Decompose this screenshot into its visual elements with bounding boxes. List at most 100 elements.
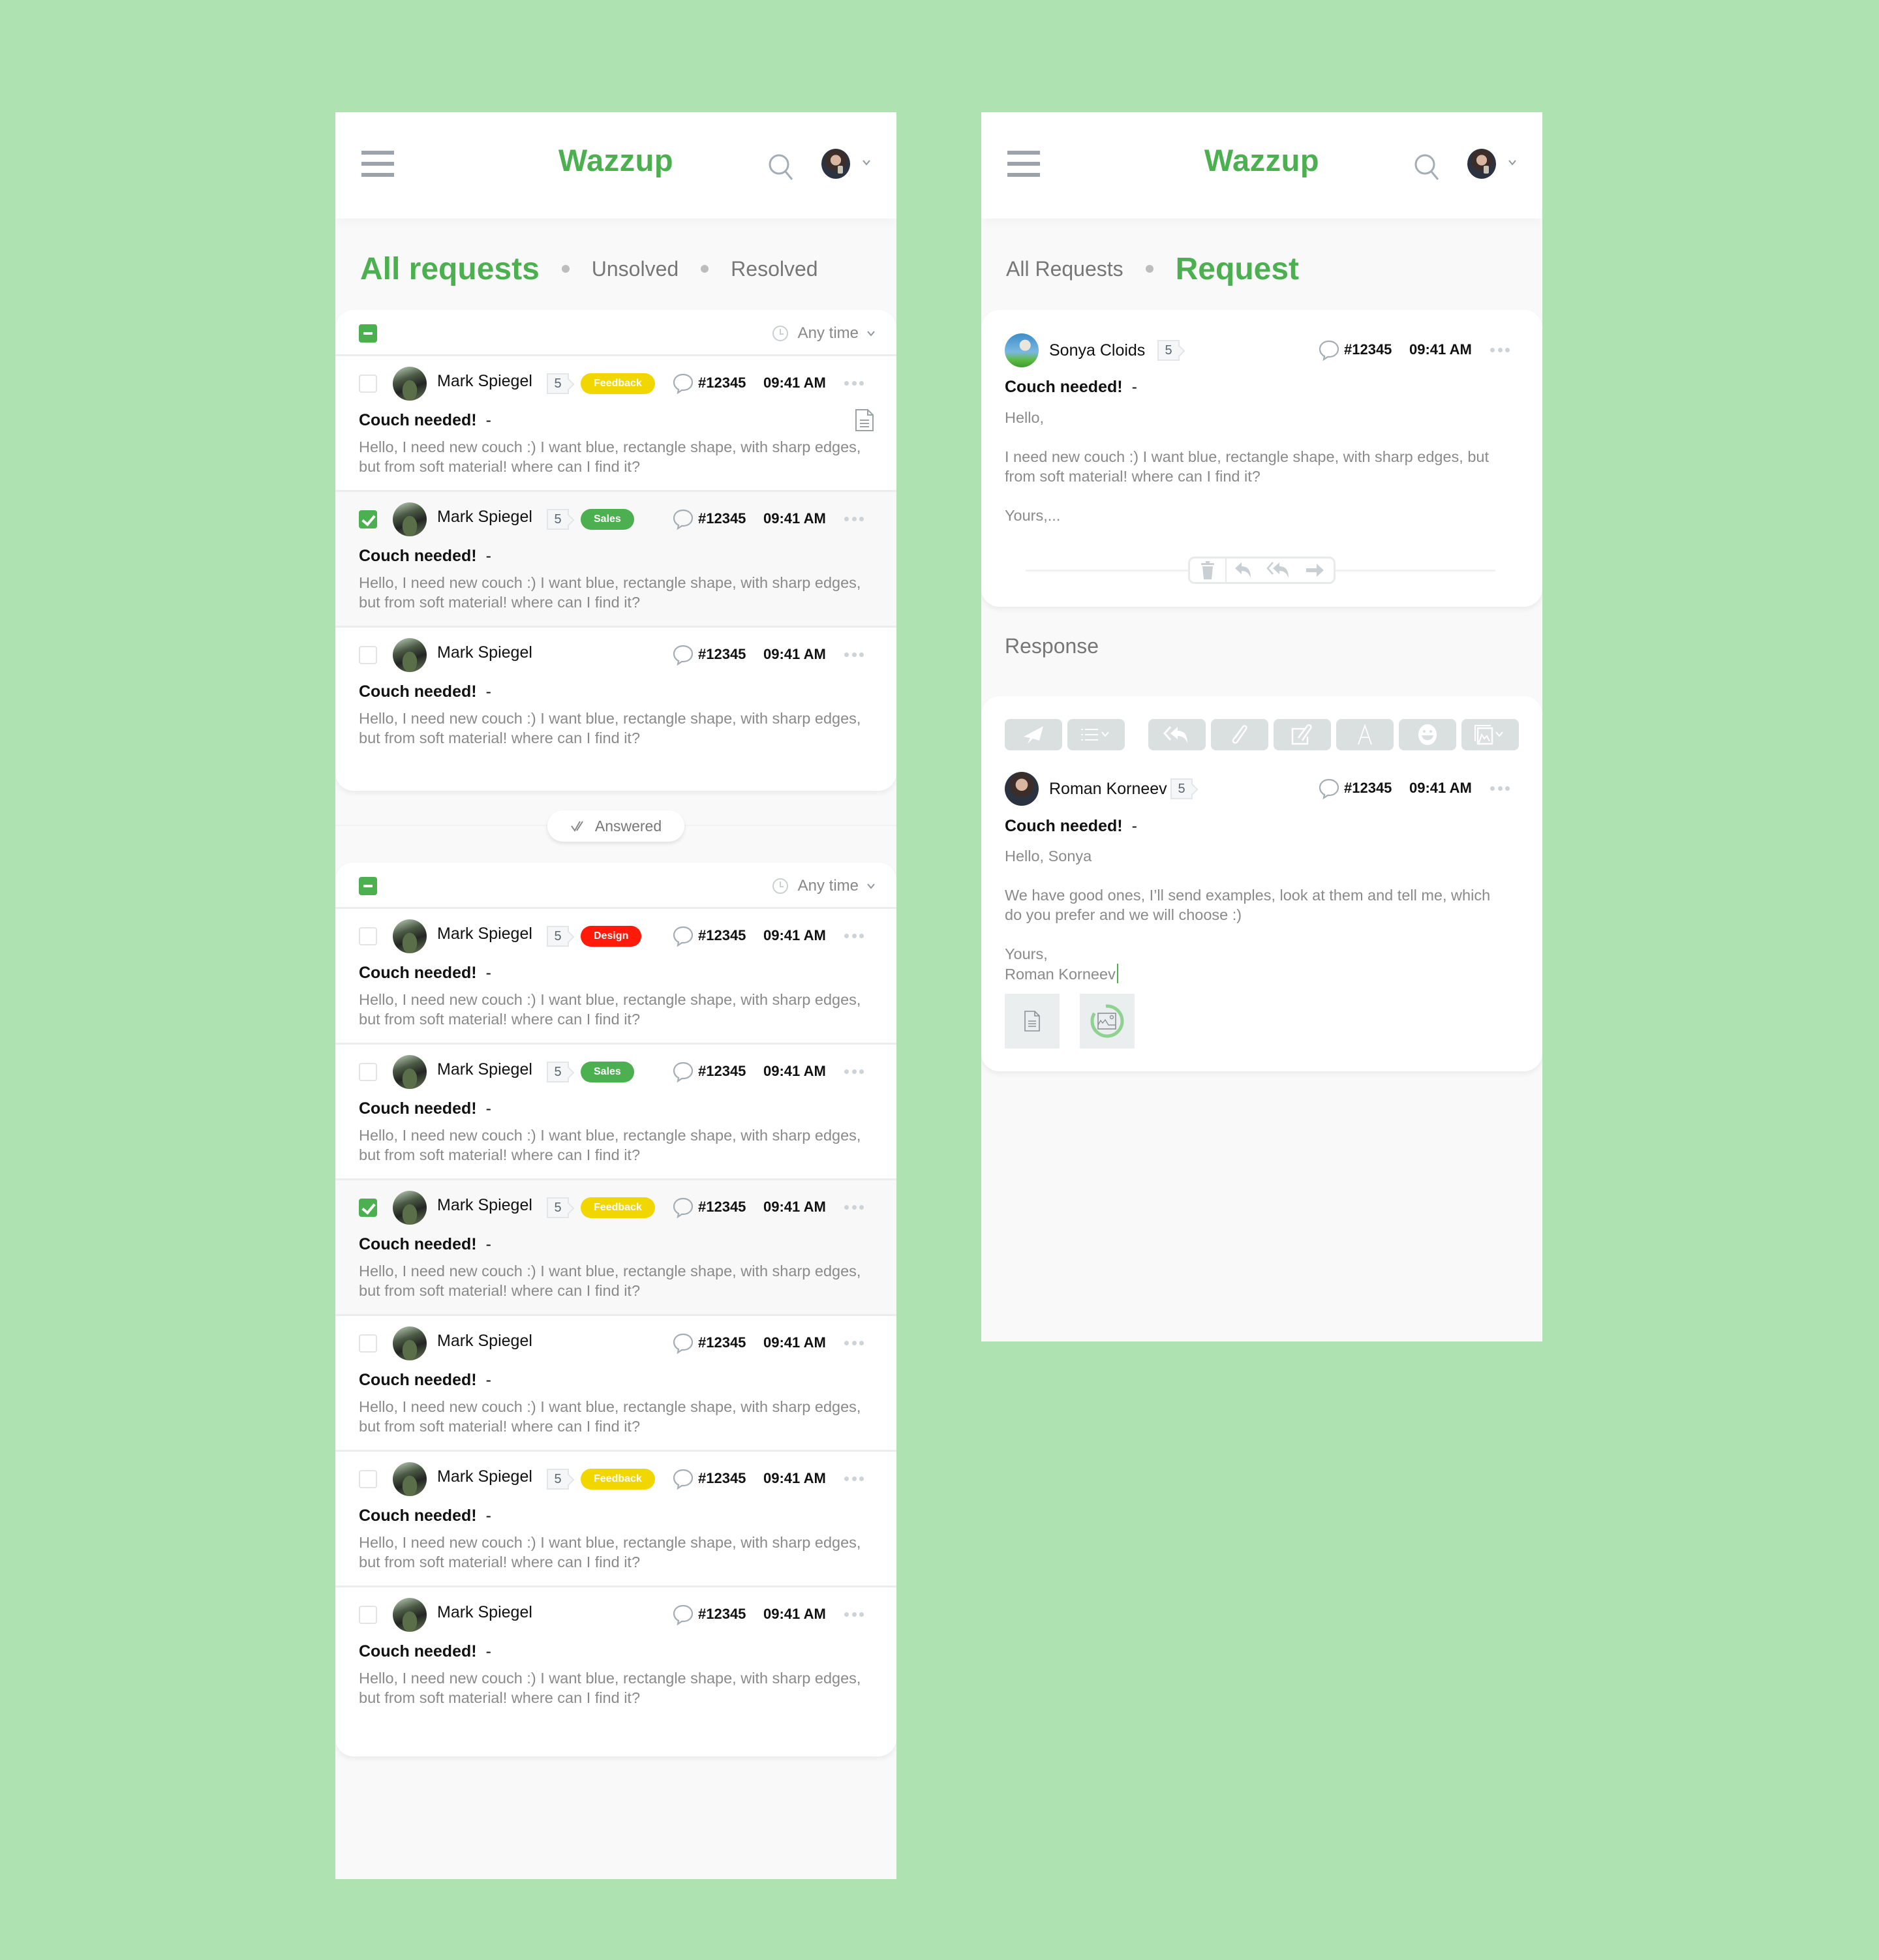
sender-name[interactable]: Mark Spiegel bbox=[437, 1603, 532, 1622]
insert-image-dropdown[interactable] bbox=[1461, 719, 1519, 750]
more-options-button[interactable] bbox=[844, 934, 864, 939]
request-subject[interactable]: Couch needed! - bbox=[359, 1235, 491, 1254]
row-checkbox[interactable] bbox=[359, 927, 377, 945]
row-checkbox[interactable] bbox=[359, 510, 377, 528]
user-menu-button[interactable] bbox=[1467, 149, 1526, 181]
response-greeting[interactable]: Hello, Sonya bbox=[1005, 846, 1520, 866]
user-menu-button[interactable] bbox=[821, 149, 880, 181]
comment-icon[interactable] bbox=[672, 1197, 694, 1219]
time-filter-dropdown[interactable]: Any time bbox=[772, 320, 876, 346]
reply-all-button[interactable] bbox=[1148, 719, 1206, 750]
tab-resolved[interactable]: Resolved bbox=[731, 257, 817, 281]
tab-all-requests[interactable]: All requests bbox=[360, 251, 540, 287]
text-format-button[interactable] bbox=[1336, 719, 1394, 750]
comment-icon[interactable] bbox=[1318, 778, 1340, 800]
send-button[interactable] bbox=[1005, 719, 1062, 750]
row-checkbox[interactable] bbox=[359, 1063, 377, 1081]
comment-icon[interactable] bbox=[672, 1332, 694, 1355]
request-subject[interactable]: Couch needed! - bbox=[359, 411, 491, 430]
row-checkbox[interactable] bbox=[359, 375, 377, 393]
comment-icon[interactable] bbox=[672, 508, 694, 530]
comment-icon[interactable] bbox=[672, 1468, 694, 1490]
reply-all-button[interactable] bbox=[1260, 559, 1298, 582]
row-checkbox[interactable] bbox=[359, 1470, 377, 1488]
request-subject[interactable]: Couch needed! - bbox=[359, 682, 491, 701]
search-button[interactable] bbox=[1413, 153, 1442, 183]
request-subject[interactable]: Couch needed! - bbox=[359, 1507, 491, 1525]
response-closing[interactable]: Yours, bbox=[1005, 944, 1520, 964]
sender-avatar[interactable] bbox=[393, 1191, 427, 1225]
sender-avatar[interactable] bbox=[393, 1462, 427, 1496]
sender-avatar[interactable] bbox=[393, 367, 427, 401]
category-tag-design[interactable]: Design bbox=[581, 926, 642, 947]
sender-name[interactable]: Mark Spiegel bbox=[437, 1060, 532, 1079]
comment-icon[interactable] bbox=[672, 1604, 694, 1626]
comment-icon[interactable] bbox=[1318, 339, 1340, 361]
tab-unsolved[interactable]: Unsolved bbox=[592, 257, 679, 281]
more-options-button[interactable] bbox=[844, 1069, 864, 1075]
request-subject[interactable]: Couch needed! - bbox=[359, 1371, 491, 1390]
sender-avatar[interactable] bbox=[1005, 333, 1039, 367]
category-tag-feedback[interactable]: Feedback bbox=[581, 1469, 655, 1490]
response-signature-line[interactable]: Roman Korneev bbox=[1005, 964, 1520, 984]
forward-button[interactable] bbox=[1298, 559, 1331, 582]
select-all-checkbox[interactable] bbox=[359, 324, 377, 343]
comment-icon[interactable] bbox=[672, 925, 694, 947]
responder-name[interactable]: Roman Korneev bbox=[1049, 780, 1167, 799]
sender-avatar[interactable] bbox=[393, 1055, 427, 1089]
sender-name[interactable]: Mark Spiegel bbox=[437, 925, 532, 943]
request-row[interactable]: Mark Spiegel #12345 09:41 AM Couch neede… bbox=[335, 628, 896, 763]
request-row[interactable]: Mark Spiegel 5 Sales #12345 09:41 AM Cou… bbox=[335, 1045, 896, 1180]
request-subject[interactable]: Couch needed! - bbox=[359, 547, 491, 566]
category-tag-sales[interactable]: Sales bbox=[581, 509, 634, 530]
row-checkbox[interactable] bbox=[359, 646, 377, 664]
sender-name[interactable]: Mark Spiegel bbox=[437, 372, 532, 391]
search-button[interactable] bbox=[767, 153, 796, 183]
answered-toggle[interactable]: Answered bbox=[547, 810, 684, 842]
category-tag-feedback[interactable]: Feedback bbox=[581, 1197, 655, 1218]
comment-icon[interactable] bbox=[672, 644, 694, 666]
sender-name[interactable]: Mark Spiegel bbox=[437, 1332, 532, 1351]
request-row[interactable]: Mark Spiegel 5 Design #12345 09:41 AM Co… bbox=[335, 909, 896, 1045]
sender-name[interactable]: Sonya Cloids bbox=[1049, 341, 1145, 360]
request-row[interactable]: Mark Spiegel 5 Feedback #12345 09:41 AM … bbox=[335, 1452, 896, 1587]
row-checkbox[interactable] bbox=[359, 1606, 377, 1624]
breadcrumb-all-requests[interactable]: All Requests bbox=[1006, 257, 1123, 281]
comment-icon[interactable] bbox=[672, 373, 694, 395]
request-subject[interactable]: Couch needed! - bbox=[359, 1099, 491, 1118]
attachment-image-uploading[interactable] bbox=[1080, 994, 1135, 1049]
row-checkbox[interactable] bbox=[359, 1199, 377, 1217]
more-options-button[interactable] bbox=[844, 1205, 864, 1210]
category-tag-feedback[interactable]: Feedback bbox=[581, 373, 655, 394]
sender-name[interactable]: Mark Spiegel bbox=[437, 508, 532, 527]
more-options-button[interactable] bbox=[844, 517, 864, 522]
category-tag-sales[interactable]: Sales bbox=[581, 1062, 634, 1082]
time-filter-dropdown[interactable]: Any time bbox=[772, 873, 876, 899]
sender-avatar[interactable] bbox=[393, 919, 427, 953]
template-list-dropdown[interactable] bbox=[1067, 719, 1125, 750]
sender-avatar[interactable] bbox=[393, 1326, 427, 1360]
more-options-button[interactable] bbox=[844, 381, 864, 386]
attach-file-button[interactable] bbox=[1211, 719, 1268, 750]
attachment-document[interactable] bbox=[1005, 994, 1060, 1049]
attach-edit-button[interactable] bbox=[1274, 719, 1331, 750]
sender-name[interactable]: Mark Spiegel bbox=[437, 643, 532, 662]
more-options-button[interactable] bbox=[844, 652, 864, 658]
sender-avatar[interactable] bbox=[393, 1598, 427, 1632]
responder-avatar[interactable] bbox=[1005, 772, 1039, 806]
request-subject[interactable]: Couch needed! - bbox=[359, 964, 491, 983]
response-body[interactable]: We have good ones, I’ll send examples, l… bbox=[1005, 885, 1501, 925]
delete-button[interactable] bbox=[1190, 559, 1227, 582]
request-row[interactable]: Mark Spiegel 5 Feedback #12345 09:41 AM … bbox=[335, 1180, 896, 1316]
more-options-button[interactable] bbox=[844, 1341, 864, 1346]
more-options-button[interactable] bbox=[844, 1477, 864, 1482]
attachment-document-icon[interactable] bbox=[855, 408, 874, 432]
select-all-checkbox[interactable] bbox=[359, 877, 377, 895]
more-options-button[interactable] bbox=[1490, 786, 1510, 791]
sender-avatar[interactable] bbox=[393, 502, 427, 536]
sender-name[interactable]: Mark Spiegel bbox=[437, 1196, 532, 1215]
emoji-button[interactable] bbox=[1399, 719, 1456, 750]
reply-button[interactable] bbox=[1227, 559, 1260, 582]
sender-name[interactable]: Mark Spiegel bbox=[437, 1467, 532, 1486]
request-row[interactable]: Mark Spiegel 5 Feedback #12345 09:41 AM … bbox=[335, 356, 896, 492]
